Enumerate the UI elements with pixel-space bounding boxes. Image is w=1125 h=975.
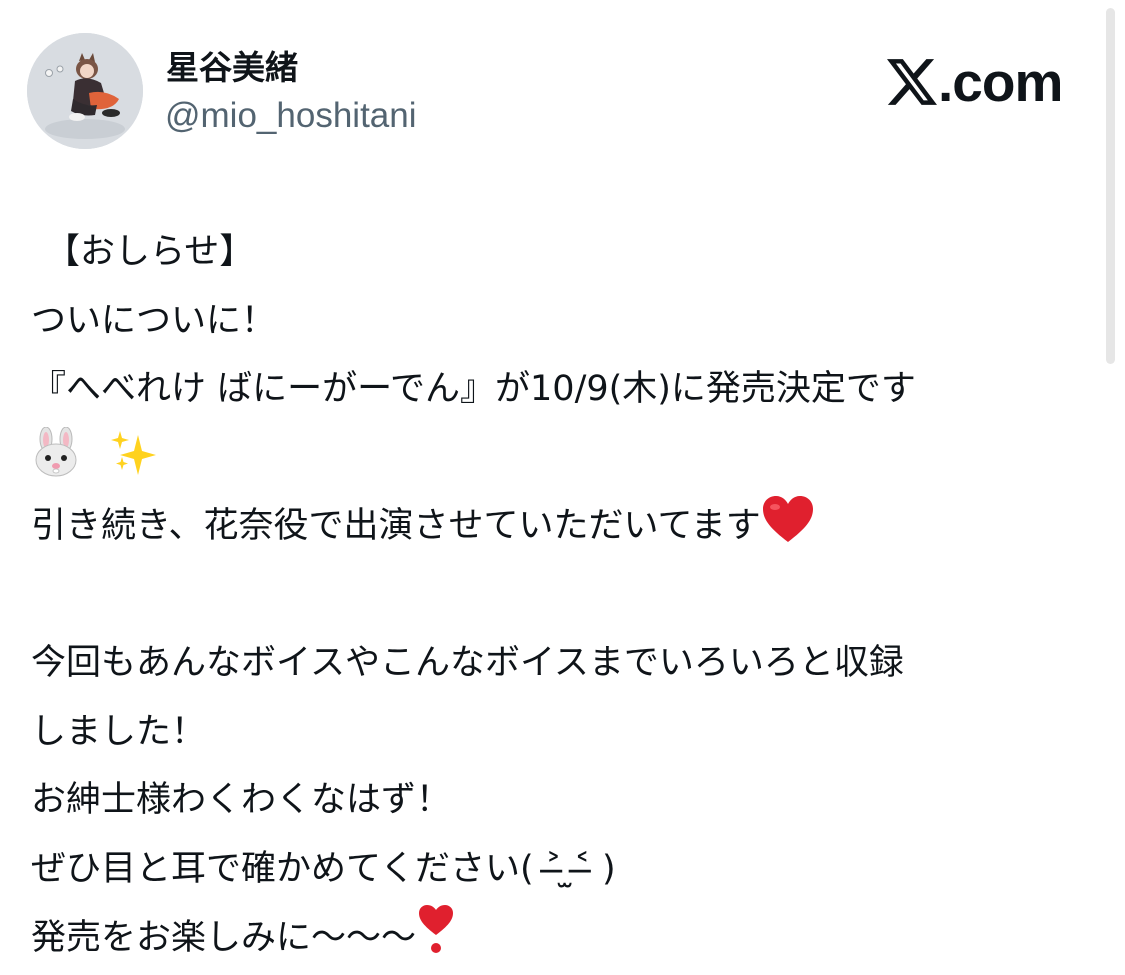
scrollbar[interactable]	[1106, 8, 1115, 364]
tweet-line: ぜひ目と耳で確かめてください( ˃̶ ̫˂̶ )	[31, 848, 616, 889]
display-name[interactable]: 星谷美緒	[166, 46, 298, 90]
tweet-text: 【おしらせ】 ついについに！ 『へべれけ ばにーがーでん』が10/9(木)に発売…	[31, 218, 1101, 972]
sparkles-emoji	[110, 427, 158, 477]
tweet-line-text: 発売をお楽しみに〜〜〜	[31, 918, 417, 958]
tweet-line: 引き続き、花奈役で出演させていただいてます	[31, 492, 1101, 561]
rabbit-face-emoji	[31, 426, 81, 477]
tweet-line: ついについに！	[31, 300, 277, 341]
brand-domain: .com	[938, 51, 1063, 113]
tweet-line: 『へべれけ ばにーがーでん』が10/9(木)に発売決定です	[31, 369, 916, 409]
heart-exclamation-emoji	[416, 903, 456, 957]
user-handle[interactable]: @mio_hoshitani	[165, 96, 417, 136]
avatar[interactable]	[27, 33, 143, 149]
red-heart-emoji	[761, 495, 815, 545]
tweet-line-emoji	[31, 424, 1101, 493]
tweet-line: 【おしらせ】	[45, 232, 255, 272]
tweet-line: しました！	[31, 711, 207, 752]
brand-logo: .com	[887, 51, 1063, 113]
tweet-line: 今回もあんなボイスやこんなボイスまでいろいろと収録	[31, 643, 904, 683]
tweet-line: お紳士様わくわくなはず！	[31, 780, 452, 820]
x-logo-icon	[887, 59, 937, 105]
tweet-line-text: 引き続き、花奈役で出演させていただいてます	[31, 506, 761, 546]
tweet-line: 発売をお楽しみに〜〜〜	[31, 903, 1101, 972]
